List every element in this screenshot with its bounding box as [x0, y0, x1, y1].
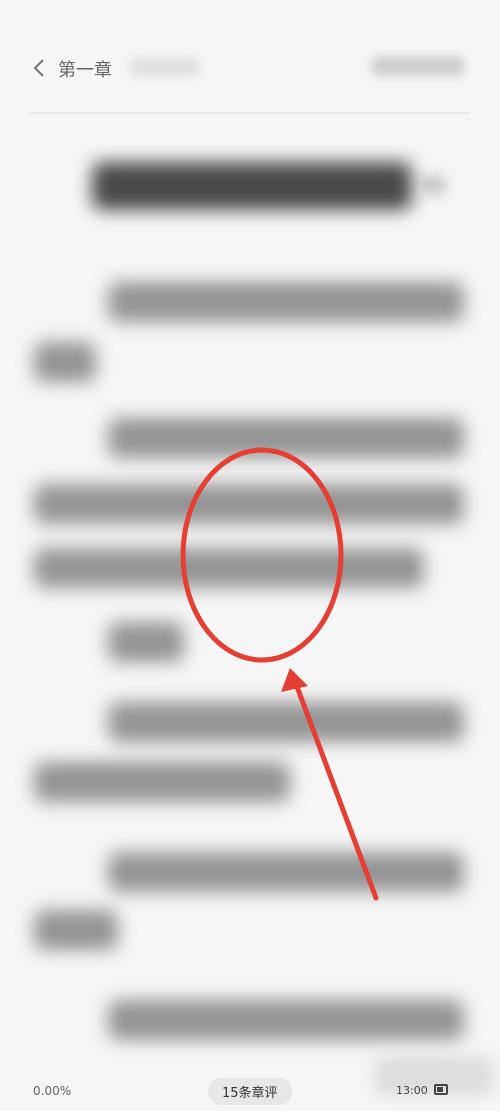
battery-icon [434, 1084, 448, 1095]
reading-progress: 0.00% [33, 1084, 72, 1098]
annotation-circle [180, 447, 344, 663]
annotation-arrow-head [281, 668, 308, 692]
clock-time: 13:00 [396, 1084, 428, 1097]
annotation-overlay [180, 447, 379, 901]
annotation-arrow-shaft [293, 681, 379, 901]
chapter-comments-button[interactable]: 15条章评 [208, 1078, 292, 1105]
